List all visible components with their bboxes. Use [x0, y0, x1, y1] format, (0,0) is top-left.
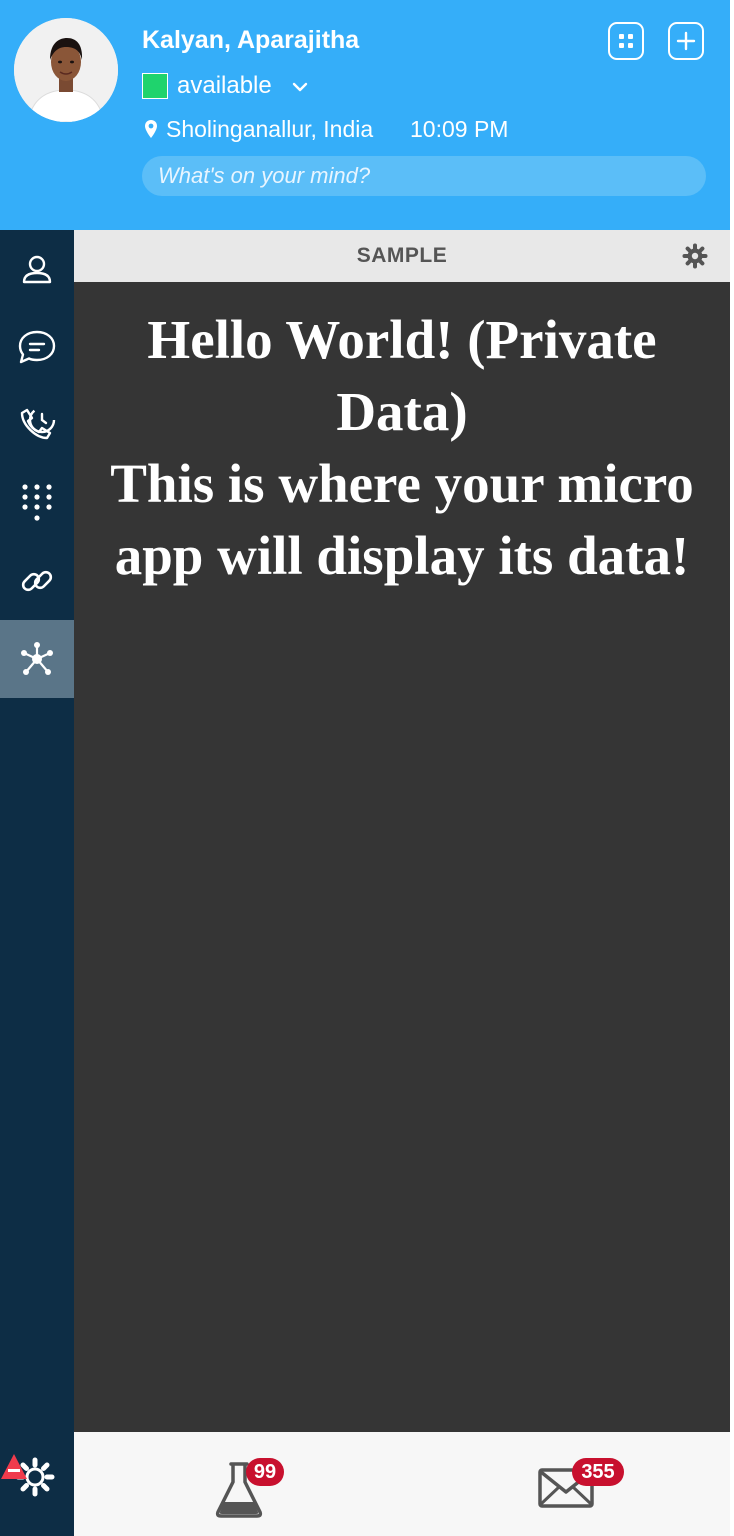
person-icon: [22, 255, 52, 284]
sidebar-item-contacts[interactable]: [0, 230, 74, 308]
mail-count-badge: 355: [572, 1458, 624, 1486]
status-indicator[interactable]: [142, 73, 168, 99]
user-name: Kalyan, Aparajitha: [142, 26, 360, 54]
description-line: This is where your micro app will displa…: [110, 453, 694, 586]
micro-app-header: SAMPLE: [74, 230, 730, 282]
profile-header: Kalyan, Aparajitha available Sholinganal…: [0, 0, 730, 230]
organization-button[interactable]: [608, 22, 644, 60]
hello-line: Hello World! (Private Data): [147, 309, 657, 442]
micro-app-content: Hello World! (Private Data) This is wher…: [74, 282, 730, 1432]
local-time: 10:09 PM: [410, 116, 509, 142]
avatar[interactable]: [14, 18, 118, 122]
sidebar-item-call-history[interactable]: [0, 386, 74, 464]
warning-icon[interactable]: [0, 1452, 28, 1482]
building-icon: [619, 34, 633, 48]
gear-icon[interactable]: [682, 243, 708, 269]
sidebar-item-dialpad[interactable]: [0, 464, 74, 542]
sidebar-item-micro-apps[interactable]: [0, 620, 74, 698]
sidebar-item-links[interactable]: [0, 542, 74, 620]
sidebar-item-chat[interactable]: [0, 308, 74, 386]
sidebar: [0, 230, 74, 1536]
mood-input[interactable]: [142, 156, 706, 196]
flask-count-badge: 99: [246, 1458, 284, 1486]
chevron-down-icon[interactable]: [291, 78, 309, 96]
hello-text: Hello World! (Private Data) This is wher…: [94, 304, 710, 592]
location-pin-icon: [145, 120, 157, 138]
status-label[interactable]: available: [177, 72, 272, 100]
link-icon: [21, 570, 53, 592]
location-label: Sholinganallur, India: [166, 116, 374, 142]
phone-clock-icon: [20, 406, 56, 440]
chat-bubble-icon: [18, 330, 56, 364]
plus-icon: [676, 31, 696, 51]
add-button[interactable]: [668, 22, 704, 60]
window-edge: [730, 0, 734, 1536]
micro-app-title: SAMPLE: [356, 244, 448, 267]
footer-bar: 99 355: [74, 1432, 730, 1536]
dialpad-icon: [22, 484, 52, 521]
avatar-photo: [14, 18, 118, 122]
hub-icon: [21, 642, 53, 675]
